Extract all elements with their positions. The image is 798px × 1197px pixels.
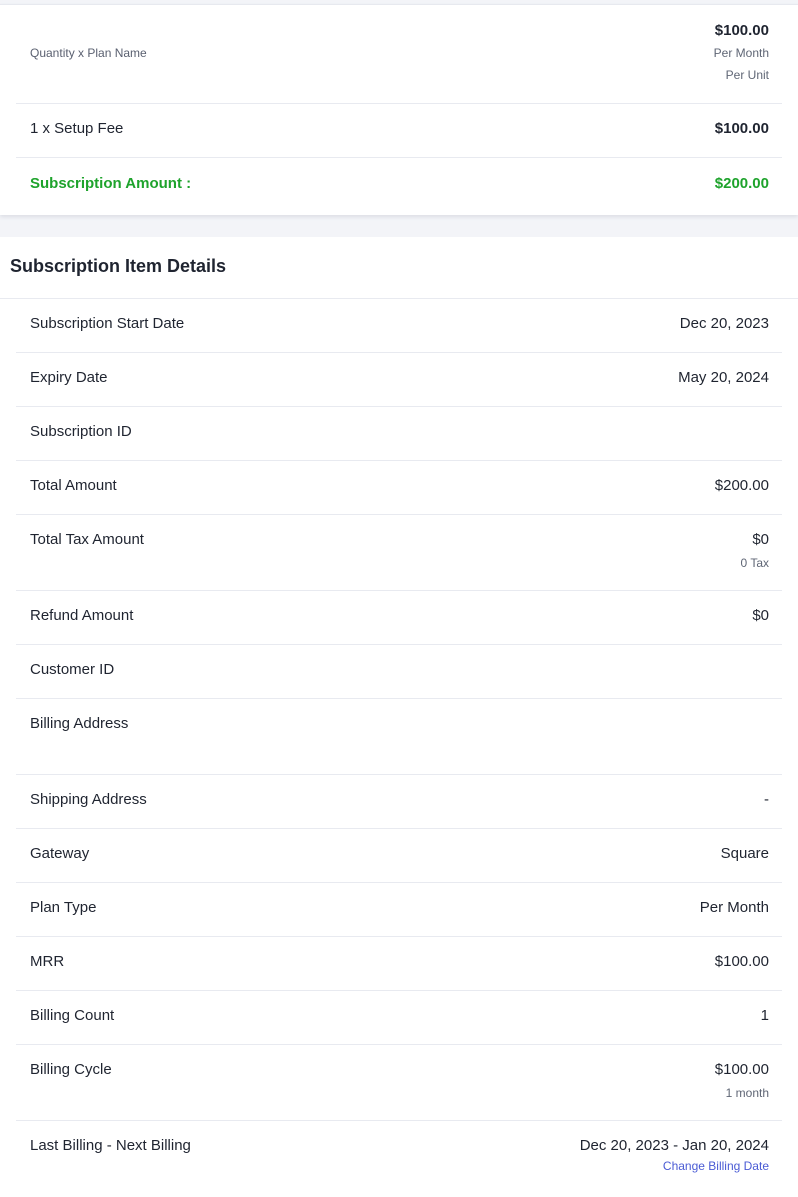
detail-label: Total Amount xyxy=(30,477,117,494)
detail-row-last-next-billing: Last Billing - Next Billing Dec 20, 2023… xyxy=(16,1121,782,1191)
detail-label: Subscription ID xyxy=(30,423,132,440)
detail-label: Last Billing - Next Billing xyxy=(30,1137,191,1154)
detail-sub-value: 0 Tax xyxy=(740,556,769,570)
plan-row-label: Quantity x Plan Name xyxy=(30,46,147,60)
detail-value: Dec 20, 2023 - Jan 20, 2024 xyxy=(579,1137,769,1154)
detail-row-plan-type: Plan Type Per Month xyxy=(16,883,782,937)
setup-fee-value: $100.00 xyxy=(714,120,769,137)
detail-value: Per Month xyxy=(699,899,769,916)
detail-row-customer-id: Customer ID xyxy=(16,645,782,699)
detail-label: MRR xyxy=(30,953,65,970)
detail-label: Customer ID xyxy=(30,661,115,678)
setup-fee-row: 1 x Setup Fee $100.00 xyxy=(16,104,782,158)
detail-label: Subscription Start Date xyxy=(30,315,185,332)
detail-row-expiry-date: Expiry Date May 20, 2024 xyxy=(16,353,782,407)
plan-price: $100.00 xyxy=(714,22,769,39)
plan-row: Quantity x Plan Name $100.00 Per Month P… xyxy=(16,5,782,104)
detail-row-refund-amount: Refund Amount $0 xyxy=(16,591,782,645)
detail-row-billing-count: Billing Count 1 xyxy=(16,991,782,1045)
detail-row-shipping-address: Shipping Address - xyxy=(16,775,782,829)
detail-value: $100.00 xyxy=(714,1061,769,1078)
detail-row-billing-address: Billing Address xyxy=(16,699,782,775)
change-billing-date-link[interactable]: Change Billing Date xyxy=(663,1159,769,1173)
detail-label: Shipping Address xyxy=(30,791,147,808)
detail-label: Billing Address xyxy=(30,715,129,732)
detail-value: $200.00 xyxy=(714,477,769,494)
detail-label: Plan Type xyxy=(30,899,97,916)
subscription-amount-label: Subscription Amount : xyxy=(30,175,192,192)
detail-row-mrr: MRR $100.00 xyxy=(16,937,782,991)
detail-row-total-tax-amount: Total Tax Amount $0 0 Tax xyxy=(16,515,782,591)
subscription-item-details-card: Subscription Item Details Subscription S… xyxy=(0,237,798,1197)
subscription-summary-card: Quantity x Plan Name $100.00 Per Month P… xyxy=(0,4,798,215)
detail-value: - xyxy=(764,791,769,808)
detail-row-billing-cycle: Billing Cycle $100.00 1 month xyxy=(16,1045,782,1121)
setup-fee-label: 1 x Setup Fee xyxy=(30,120,124,137)
detail-sub-value: 1 month xyxy=(725,1086,769,1100)
detail-row-total-amount: Total Amount $200.00 xyxy=(16,461,782,515)
detail-value: May 20, 2024 xyxy=(678,369,769,386)
detail-value: Dec 20, 2023 xyxy=(679,315,769,332)
detail-value: $0 xyxy=(752,531,769,548)
detail-label: Billing Count xyxy=(30,1007,115,1024)
section-title: Subscription Item Details xyxy=(10,256,227,276)
subscription-amount-value: $200.00 xyxy=(714,175,769,192)
detail-label: Billing Cycle xyxy=(30,1061,112,1078)
detail-value: $100.00 xyxy=(714,953,769,970)
detail-label: Refund Amount xyxy=(30,607,134,624)
plan-unit: Per Unit xyxy=(725,68,769,82)
detail-value: 1 xyxy=(760,1007,769,1024)
detail-label: Gateway xyxy=(30,845,90,862)
detail-row-gateway: Gateway Square xyxy=(16,829,782,883)
detail-value: Square xyxy=(720,845,769,862)
subscription-amount-row: Subscription Amount : $200.00 xyxy=(16,158,782,214)
detail-value: $0 xyxy=(752,607,769,624)
detail-label: Expiry Date xyxy=(30,369,108,386)
detail-row-start-date: Subscription Start Date Dec 20, 2023 xyxy=(16,299,782,353)
detail-label: Total Tax Amount xyxy=(30,531,144,548)
detail-row-subscription-id: Subscription ID xyxy=(16,407,782,461)
plan-period: Per Month xyxy=(713,46,769,60)
